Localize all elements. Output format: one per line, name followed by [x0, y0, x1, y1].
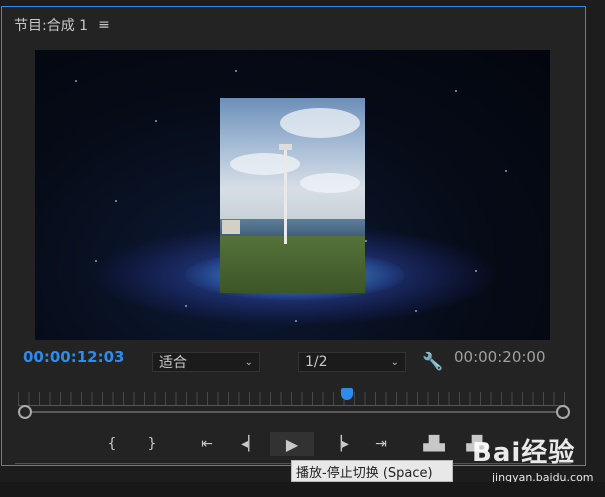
play-button[interactable]: ▶ — [270, 432, 314, 456]
tooltip: 播放-停止切换 (Space) — [291, 460, 453, 482]
star — [155, 120, 157, 122]
star — [75, 80, 77, 82]
star — [95, 260, 97, 262]
photo-grass — [220, 236, 365, 293]
star — [115, 200, 117, 202]
resolution-select[interactable]: 1/2 ⌄ — [298, 352, 406, 372]
current-timecode[interactable]: 00:00:12:03 — [23, 348, 125, 366]
star — [185, 305, 187, 307]
watermark-logo: Bai经验 jingyan.baidu.com — [472, 432, 597, 487]
star — [455, 90, 457, 92]
chevron-down-icon: ⌄ — [390, 356, 399, 368]
wrench-icon[interactable]: 🔧 — [422, 352, 443, 372]
watermark-brand: Bai经验 — [472, 438, 576, 468]
time-ruler-baseline — [18, 405, 566, 406]
video-preview[interactable] — [35, 50, 550, 340]
photo-pavilion — [222, 220, 240, 234]
playhead[interactable] — [340, 388, 353, 400]
scrollbar-handle-right[interactable] — [556, 405, 570, 419]
mark-in-icon: { — [107, 436, 117, 452]
play-icon: ▶ — [285, 434, 299, 454]
panel-title[interactable]: 节目:合成 1 — [14, 15, 88, 35]
photo-cloud — [300, 173, 360, 193]
lift-icon: ▟▙ — [423, 436, 445, 452]
tooltip-text: 播放-停止切换 (Space) — [296, 465, 433, 481]
bottom-strip — [0, 482, 605, 497]
mark-out-icon: } — [147, 436, 157, 452]
photo-clip — [220, 98, 365, 293]
photo-cloud — [280, 108, 360, 138]
scrollbar-handle-left[interactable] — [18, 405, 32, 419]
star — [415, 310, 417, 312]
step-forward-button[interactable]: ▕▸ — [326, 432, 354, 456]
photo-cloud — [230, 153, 300, 175]
star — [505, 170, 507, 172]
chevron-down-icon: ⌄ — [244, 356, 253, 368]
zoom-scrollbar[interactable] — [24, 411, 562, 413]
go-to-out-icon: ⇥ — [375, 436, 387, 452]
step-back-button[interactable]: ◂▏ — [236, 432, 264, 456]
step-forward-icon: ▕▸ — [331, 436, 349, 452]
step-back-icon: ◂▏ — [241, 436, 259, 452]
star — [365, 240, 367, 242]
duration-timecode: 00:00:20:00 — [454, 348, 546, 366]
star — [235, 70, 237, 72]
panel-header: 节目:合成 1 ≡ — [14, 15, 110, 35]
hamburger-menu-icon[interactable]: ≡ — [98, 18, 110, 32]
go-to-in-button[interactable]: ⇤ — [193, 432, 221, 456]
mark-out-button[interactable]: } — [138, 432, 166, 456]
mark-in-button[interactable]: { — [98, 432, 126, 456]
zoom-select-value: 适合 — [159, 355, 187, 371]
time-ruler[interactable] — [18, 392, 566, 406]
photo-sea — [220, 218, 365, 237]
go-to-out-button[interactable]: ⇥ — [367, 432, 395, 456]
star — [295, 320, 297, 322]
lift-button[interactable]: ▟▙ — [420, 432, 448, 456]
zoom-select[interactable]: 适合 ⌄ — [152, 352, 260, 372]
go-to-in-icon: ⇤ — [201, 436, 213, 452]
photo-lamp-pole — [284, 148, 287, 244]
resolution-select-value: 1/2 — [305, 354, 328, 370]
star — [475, 270, 477, 272]
photo-lamp — [279, 144, 292, 150]
